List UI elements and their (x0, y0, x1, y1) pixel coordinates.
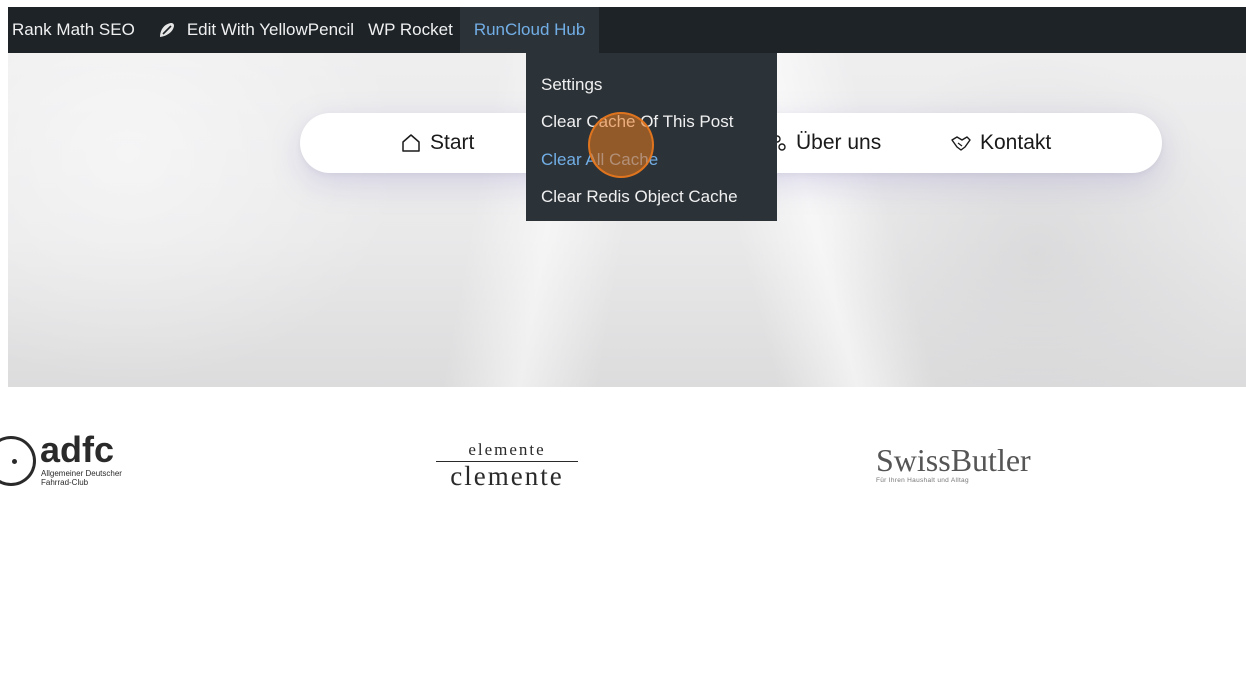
admin-bar-label: RunCloud Hub (473, 20, 586, 39)
home-icon (402, 134, 420, 152)
adfc-wordmark: adfc (40, 429, 115, 470)
swissbutler-logo: SwissButler Für Ihren Haushalt und Allta… (876, 444, 1036, 484)
menu-item-label: Clear Redis Object Cache (541, 187, 738, 207)
adfc-dot-icon (12, 459, 17, 464)
yellowpencil-icon (157, 20, 177, 40)
clemente-top-word: elemente (468, 440, 546, 459)
adfc-circle-icon (0, 436, 36, 486)
wp-admin-bar: Rank Math SEO Edit With YellowPencil WP … (8, 7, 1246, 53)
admin-bar-label: Rank Math SEO (12, 20, 135, 39)
clemente-bottom-word: clemente (450, 461, 564, 491)
admin-bar-edit-with-yellowpencil[interactable]: Edit With YellowPencil (142, 7, 361, 53)
click-indicator (588, 112, 654, 178)
swissbutler-tagline: Für Ihren Haushalt und Alltag (876, 477, 969, 484)
nav-link-label: Über uns (796, 131, 882, 154)
menu-item-label: Settings (541, 74, 603, 94)
menu-item-settings[interactable]: Settings (526, 66, 777, 104)
admin-bar-wp-rocket[interactable]: WP Rocket (361, 7, 460, 53)
handshake-icon (951, 136, 971, 151)
page-left-edge (0, 0, 8, 695)
nav-link-ueber-uns[interactable]: Über uns (772, 113, 881, 173)
admin-bar-runcloud-hub[interactable]: RunCloud Hub (459, 7, 600, 53)
adfc-subtitle-line: Fahrrad-Club (41, 478, 89, 487)
menu-item-clear-redis-object-cache[interactable]: Clear Redis Object Cache (526, 179, 777, 217)
admin-bar-label: WP Rocket (368, 20, 453, 39)
nav-link-start[interactable]: Start (400, 113, 474, 173)
elemente-clemente-logo: elemente clemente (432, 441, 582, 491)
nav-link-label: Start (430, 131, 475, 154)
adfc-subtitle: Allgemeiner Deutscher Fahrrad-Club (41, 469, 122, 487)
hero-light (8, 53, 408, 387)
nav-link-label: Kontakt (980, 131, 1052, 154)
hero-shadow (828, 53, 1246, 387)
adfc-logo: adfc Allgemeiner Deutscher Fahrrad-Club (0, 430, 160, 490)
swissbutler-wordmark: SwissButler (876, 442, 1031, 478)
admin-bar-label: Edit With YellowPencil (186, 20, 355, 39)
nav-link-kontakt[interactable]: Kontakt (950, 113, 1051, 173)
adfc-subtitle-line: Allgemeiner Deutscher (41, 469, 122, 478)
admin-bar-rank-math-seo[interactable]: Rank Math SEO (8, 7, 142, 53)
